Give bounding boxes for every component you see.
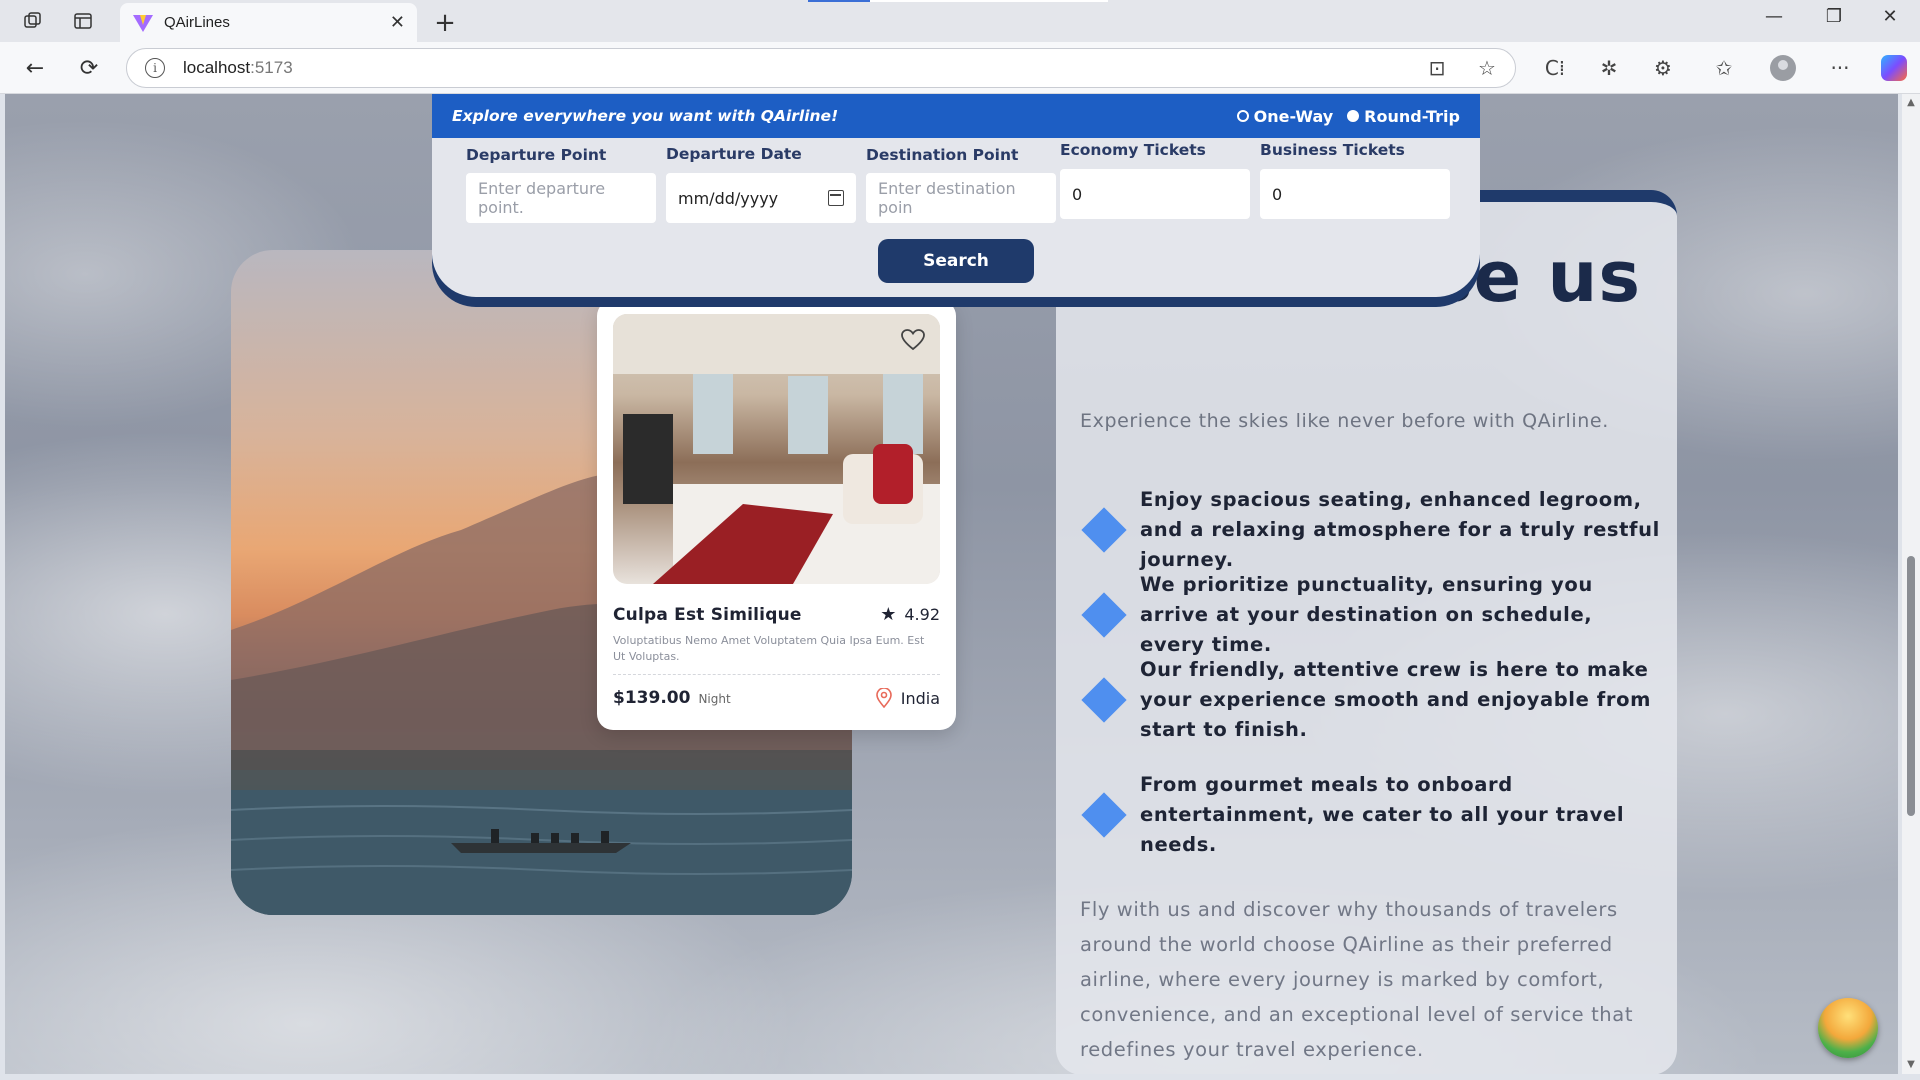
favorite-heart-icon[interactable] [900, 328, 926, 352]
hotel-price: $139.00 [613, 688, 691, 708]
minimize-icon[interactable]: — [1754, 6, 1794, 27]
scroll-up-icon[interactable]: ▲ [1906, 98, 1916, 108]
extensions-puzzle-icon[interactable]: ⚙ [1646, 52, 1680, 84]
section-paragraph: Fly with us and discover why thousands o… [1080, 898, 1634, 1061]
trip-round-trip-option[interactable]: Round-Trip [1347, 107, 1460, 126]
price-unit: Night [698, 692, 731, 706]
departure-date-label: Departure Date [666, 145, 802, 163]
flight-search-panel: Explore everywhere you want with QAirlin… [432, 94, 1480, 297]
search-button[interactable]: Search [878, 239, 1034, 283]
feature-item: Our friendly, attentive crew is here to … [1080, 655, 1660, 745]
diamond-bullet-icon [1081, 677, 1127, 723]
destination-point-field: Destination Point Enter destination poin [866, 146, 1056, 223]
departure-point-label: Departure Point [466, 146, 607, 164]
hotel-location: India [875, 688, 940, 708]
back-icon[interactable]: ← [18, 52, 52, 84]
trip-one-way-option[interactable]: One-Way [1236, 107, 1333, 126]
departure-date-input[interactable]: mm/dd/yyyy [666, 173, 856, 223]
hotel-name: Culpa Est Similique [613, 604, 802, 625]
rating-value: 4.92 [904, 605, 940, 624]
economy-tickets-field: Economy Tickets 0 [1060, 141, 1250, 219]
page-scrollbar[interactable]: ▲ ▼ [1902, 94, 1920, 1074]
extension-c-icon[interactable]: C⁞ [1538, 52, 1572, 84]
business-tickets-label: Business Tickets [1260, 141, 1405, 159]
new-tab-icon[interactable]: + [430, 8, 460, 38]
browser-tab-bar: QAirLines ✕ + — ❐ ✕ [0, 0, 1920, 42]
location-pin-icon [875, 688, 892, 708]
restore-icon[interactable]: ❐ [1814, 6, 1854, 27]
economy-tickets-label: Economy Tickets [1060, 141, 1206, 159]
scrollbar-thumb[interactable] [1907, 556, 1915, 816]
close-tab-icon[interactable]: ✕ [390, 12, 405, 33]
workspaces-icon[interactable] [16, 6, 50, 36]
departure-point-input[interactable]: Enter departure point. [466, 173, 656, 223]
vite-favicon-icon [133, 14, 153, 32]
profile-avatar[interactable] [1766, 52, 1800, 84]
search-tagline: Explore everywhere you want with QAirlin… [452, 107, 839, 125]
more-options-icon[interactable]: ··· [1823, 52, 1857, 84]
departure-date-field: Departure Date mm/dd/yyyy [666, 145, 856, 223]
radio-selected-icon [1347, 110, 1360, 122]
extension-bug-icon[interactable]: ✲ [1592, 52, 1626, 84]
destination-point-input[interactable]: Enter destination poin [866, 173, 1056, 223]
section-subtitle: Experience the skies like never before w… [1080, 410, 1609, 432]
business-tickets-field: Business Tickets 0 [1260, 141, 1450, 219]
tab-actions-icon[interactable] [66, 6, 100, 36]
diamond-bullet-icon [1081, 507, 1127, 553]
feature-item: Enjoy spacious seating, enhanced legroom… [1080, 485, 1660, 575]
hotel-description: Voluptatibus Nemo Amet Voluptatem Quia I… [613, 633, 940, 675]
diamond-bullet-icon [1081, 592, 1127, 638]
diamond-bullet-icon [1081, 792, 1127, 838]
scroll-down-icon[interactable]: ▼ [1906, 1060, 1916, 1070]
economy-tickets-input[interactable]: 0 [1060, 169, 1250, 219]
trip-type-group: One-Way Round-Trip [1223, 107, 1460, 126]
radio-icon [1236, 110, 1249, 122]
search-header: Explore everywhere you want with QAirlin… [432, 94, 1480, 138]
feature-item: From gourmet meals to onboard entertainm… [1080, 770, 1660, 860]
address-bar[interactable]: i localhost:5173 [126, 48, 1516, 88]
hotel-room-photo [613, 314, 940, 584]
favorite-star-icon[interactable]: ☆ [1470, 52, 1504, 84]
url-text: localhost:5173 [183, 58, 293, 77]
favorites-icon[interactable]: ✩ [1707, 52, 1741, 84]
destination-point-label: Destination Point [866, 146, 1019, 164]
copilot-icon[interactable] [1877, 52, 1911, 84]
why-choose-us-panel: se us Experience the skies like never be… [1056, 190, 1677, 1074]
departure-point-field: Departure Point Enter departure point. [466, 146, 656, 223]
hotel-card[interactable]: Culpa Est Similique ★ 4.92 Voluptatibus N… [597, 300, 956, 730]
business-tickets-input[interactable]: 0 [1260, 169, 1450, 219]
star-icon: ★ [880, 604, 897, 625]
beach-chat-bubble-icon[interactable] [1818, 998, 1878, 1058]
tab-title: QAirLines [164, 14, 230, 31]
tab-loading-indicator [808, 0, 1108, 2]
close-window-icon[interactable]: ✕ [1870, 6, 1910, 27]
hotel-rating: ★ 4.92 [880, 604, 940, 625]
boat-illustration [451, 829, 631, 853]
app-install-icon[interactable]: ⊡ [1420, 52, 1454, 84]
feature-item: We prioritize punctuality, ensuring you … [1080, 570, 1660, 660]
refresh-icon[interactable]: ⟳ [72, 52, 106, 84]
address-toolbar: ← ⟳ i localhost:5173 ⊡ ☆ C⁞ ✲ ⚙ ✩ ··· [0, 42, 1920, 94]
site-info-icon[interactable]: i [145, 58, 165, 78]
location-text: India [900, 688, 940, 708]
browser-tab[interactable]: QAirLines ✕ [120, 3, 417, 42]
page-background: Culpa Est Similique ★ 4.92 Voluptatibus N… [5, 94, 1898, 1074]
calendar-icon[interactable] [828, 190, 844, 206]
